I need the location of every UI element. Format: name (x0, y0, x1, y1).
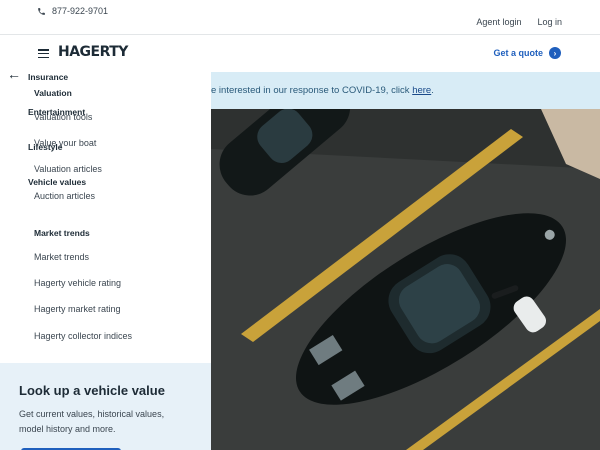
hagerty-collector-indices-link[interactable]: Hagerty collector indices (34, 331, 132, 341)
covid-here-link[interactable]: here (412, 85, 431, 96)
promo-title: Look up a vehicle value (19, 383, 165, 398)
promo-description: Get current values, historical values, m… (19, 409, 165, 434)
menu-category-vehicle-values[interactable]: Vehicle values (28, 177, 86, 187)
navigation-menu-panel: ← Insurance Valuation Entertainment Valu… (0, 66, 211, 450)
covid-banner-text: e interested in our response to COVID-19… (211, 85, 434, 96)
log-in-link[interactable]: Log in (537, 17, 562, 27)
phone-link[interactable]: 877-922-9701 (37, 6, 108, 16)
auction-articles-link[interactable]: Auction articles (34, 191, 95, 201)
hagerty-logo[interactable]: HAGERTY (58, 44, 128, 60)
valuation-tools-link[interactable]: Valuation tools (34, 112, 92, 122)
arrow-right-icon: › (549, 47, 561, 59)
back-arrow-icon[interactable]: ← (7, 66, 21, 82)
top-utility-bar: 877-922-9701 Agent login Log in (0, 0, 600, 35)
phone-number: 877-922-9701 (52, 6, 109, 16)
vehicle-value-promo: Look up a vehicle value Get current valu… (0, 363, 211, 450)
valuation-articles-link[interactable]: Valuation articles (34, 164, 102, 174)
menu-category-insurance[interactable]: Insurance (28, 72, 68, 82)
menu-toggle-icon[interactable] (38, 49, 49, 58)
market-trends-heading: Market trends (34, 228, 90, 238)
agent-login-link[interactable]: Agent login (476, 17, 521, 27)
hagerty-market-rating-link[interactable]: Hagerty market rating (34, 304, 121, 314)
hagerty-vehicle-rating-link[interactable]: Hagerty vehicle rating (34, 278, 121, 288)
valuation-heading: Valuation (34, 88, 72, 98)
hero-image (211, 109, 600, 450)
market-trends-link[interactable]: Market trends (34, 252, 89, 262)
get-quote-label: Get a quote (493, 48, 543, 58)
get-quote-link[interactable]: Get a quote › (493, 47, 561, 59)
main-header: HAGERTY Get a quote › (0, 35, 600, 72)
value-your-boat-link[interactable]: Value your boat (34, 138, 96, 148)
phone-icon (38, 7, 45, 15)
